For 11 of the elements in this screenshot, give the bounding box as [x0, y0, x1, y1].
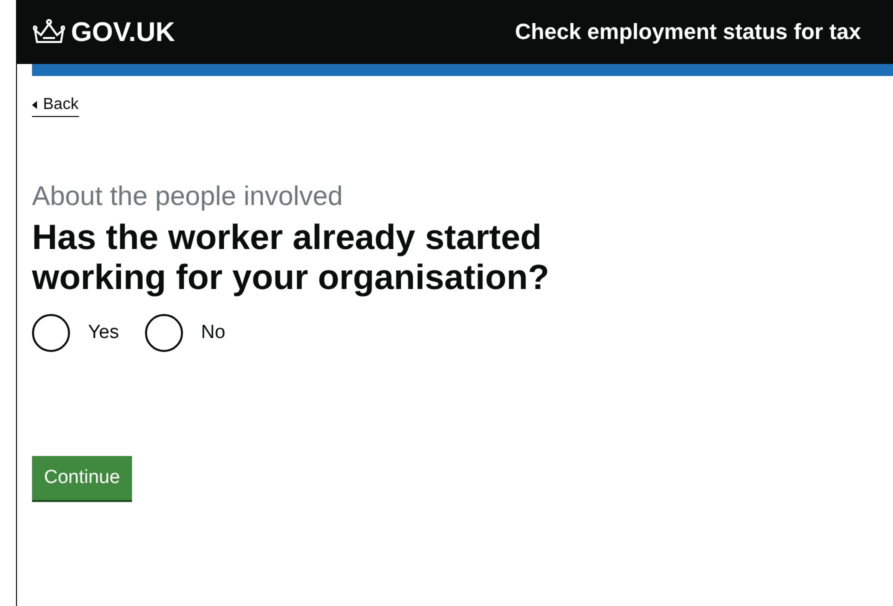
question-heading: Has the worker already started working for your organisation? — [32, 218, 550, 298]
back-link[interactable]: Back — [32, 96, 79, 117]
radio-button[interactable] — [145, 314, 183, 352]
crown-icon — [33, 18, 65, 46]
question-caption: About the people involved — [32, 181, 343, 212]
radio-label[interactable]: Yes — [88, 322, 119, 344]
continue-button[interactable]: Continue — [32, 456, 132, 500]
radio-label[interactable]: No — [201, 322, 226, 344]
service-name[interactable]: Check employment status for tax — [515, 19, 861, 45]
logo-text[interactable]: GOV.UK — [71, 16, 176, 48]
radio-button[interactable] — [32, 314, 70, 352]
